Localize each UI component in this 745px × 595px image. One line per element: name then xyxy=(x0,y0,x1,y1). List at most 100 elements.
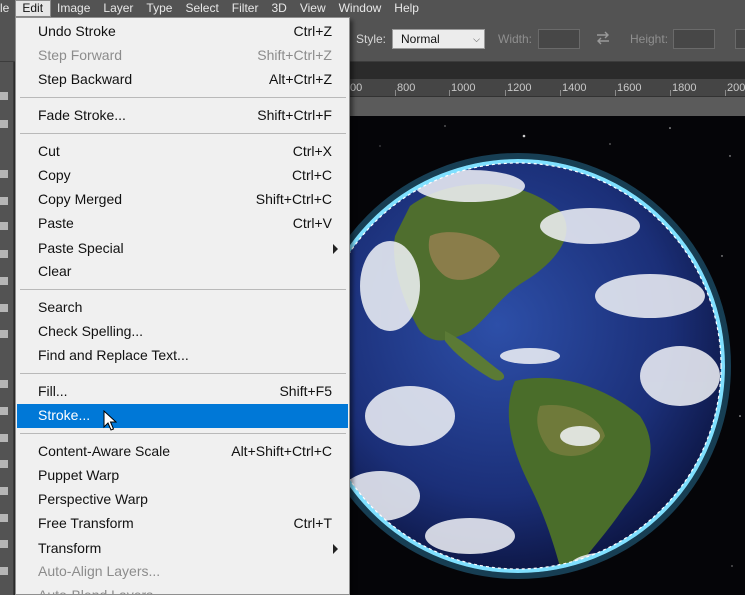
menu-item-auto-blend-layers: Auto-Blend Layers... xyxy=(17,584,348,594)
menu-item-shortcut: Alt+Ctrl+Z xyxy=(268,71,332,87)
menu-image[interactable]: Image xyxy=(51,0,97,17)
menu-file[interactable]: le xyxy=(0,0,15,17)
menu-item-label: Step Backward xyxy=(38,71,133,87)
ruler-tick: 00 xyxy=(350,82,363,94)
style-select[interactable]: Normal ⌵ xyxy=(392,29,485,49)
menu-item-stroke[interactable]: Stroke... xyxy=(17,404,348,428)
document-canvas[interactable] xyxy=(350,116,745,595)
ruler-tick: 1000 xyxy=(451,82,476,94)
type-tool-icon[interactable] xyxy=(0,514,8,522)
menu-item-label: Step Forward xyxy=(38,47,123,63)
history-brush-tool-icon[interactable] xyxy=(0,330,8,338)
ruler-mark xyxy=(395,90,396,96)
pen-tool-icon[interactable] xyxy=(0,487,8,495)
extra-field[interactable] xyxy=(735,29,745,49)
menu-item-label: Puppet Warp xyxy=(38,467,120,483)
menu-type[interactable]: Type xyxy=(140,0,179,17)
menu-select[interactable]: Select xyxy=(179,0,225,17)
quick-select-tool-icon[interactable] xyxy=(0,120,8,128)
ruler-tick: 1800 xyxy=(672,82,697,94)
width-field[interactable] xyxy=(538,29,580,49)
menu-item-check-spelling[interactable]: Check Spelling... xyxy=(17,320,348,344)
eyedropper-tool-icon[interactable] xyxy=(0,222,8,230)
menu-item-shortcut: Shift+Ctrl+Z xyxy=(257,47,332,63)
menu-item-search[interactable]: Search xyxy=(17,296,348,320)
menu-separator xyxy=(20,373,346,374)
height-field[interactable] xyxy=(673,29,715,49)
ruler-tick: 1600 xyxy=(617,82,642,94)
path-select-tool-icon[interactable] xyxy=(0,540,8,548)
menu-item-label: Stroke... xyxy=(38,407,91,423)
menu-item-label: Paste xyxy=(38,215,74,231)
brush-tool-icon[interactable] xyxy=(0,277,8,285)
menu-filter[interactable]: Filter xyxy=(226,0,266,17)
menu-bar: le Edit Image Layer Type Select Filter 3… xyxy=(0,0,745,17)
menu-item-content-aware-scale[interactable]: Content-Aware Scale Alt+Shift+Ctrl+C xyxy=(17,440,348,464)
menu-item-clear[interactable]: Clear xyxy=(17,260,348,284)
menu-item-label: Fill... xyxy=(38,383,68,399)
menu-item-find-replace[interactable]: Find and Replace Text... xyxy=(17,344,348,368)
menu-view[interactable]: View xyxy=(294,0,333,17)
mouse-cursor-icon xyxy=(103,410,117,431)
menu-item-transform[interactable]: Transform xyxy=(17,537,348,561)
ruler-mark xyxy=(725,90,726,96)
submenu-arrow-icon xyxy=(333,244,338,254)
healing-brush-tool-icon[interactable] xyxy=(0,250,8,258)
menu-item-free-transform[interactable]: Free Transform Ctrl+T xyxy=(17,512,348,536)
menu-3d[interactable]: 3D xyxy=(265,0,293,17)
menu-item-paste-special[interactable]: Paste Special xyxy=(17,237,348,261)
menu-window[interactable]: Window xyxy=(333,0,389,17)
lasso-tool-icon[interactable] xyxy=(0,92,8,100)
menu-item-shortcut: Ctrl+Z xyxy=(293,23,333,39)
menu-item-shortcut: Ctrl+T xyxy=(293,515,333,531)
menu-item-step-backward[interactable]: Step Backward Alt+Ctrl+Z xyxy=(17,68,348,92)
menu-item-shortcut: Shift+Ctrl+F xyxy=(257,107,332,123)
crop-tool-icon[interactable] xyxy=(0,170,8,178)
clone-stamp-tool-icon[interactable] xyxy=(0,304,8,312)
menu-item-label: Content-Aware Scale xyxy=(38,443,171,459)
menu-item-puppet-warp[interactable]: Puppet Warp xyxy=(17,464,348,488)
menu-item-label: Auto-Align Layers... xyxy=(38,563,161,579)
menu-separator xyxy=(20,133,346,134)
menu-edit[interactable]: Edit xyxy=(15,0,52,17)
menu-item-label: Perspective Warp xyxy=(38,491,148,507)
menu-item-copy-merged[interactable]: Copy Merged Shift+Ctrl+C xyxy=(17,188,348,212)
menu-item-label: Undo Stroke xyxy=(38,23,116,39)
menu-item-label: Transform xyxy=(38,540,102,556)
menu-item-step-forward: Step Forward Shift+Ctrl+Z xyxy=(17,44,348,68)
menu-item-fade-stroke[interactable]: Fade Stroke... Shift+Ctrl+F xyxy=(17,104,348,128)
chevron-down-icon: ⌵ xyxy=(473,34,480,44)
submenu-arrow-icon xyxy=(333,544,338,554)
edit-menu-dropdown: Undo Stroke Ctrl+Z Step Forward Shift+Ct… xyxy=(15,17,350,595)
earth-image xyxy=(350,125,741,579)
menu-item-label: Check Spelling... xyxy=(38,323,144,339)
menu-item-cut[interactable]: Cut Ctrl+X xyxy=(17,140,348,164)
menu-item-paste[interactable]: Paste Ctrl+V xyxy=(17,212,348,236)
menu-item-fill[interactable]: Fill... Shift+F5 xyxy=(17,380,348,404)
swap-icon[interactable] xyxy=(595,30,611,46)
gradient-tool-icon[interactable] xyxy=(0,407,8,415)
eraser-tool-icon[interactable] xyxy=(0,380,8,388)
menu-layer[interactable]: Layer xyxy=(97,0,140,17)
menu-help[interactable]: Help xyxy=(388,0,426,17)
dodge-tool-icon[interactable] xyxy=(0,460,8,468)
menu-item-label: Paste Special xyxy=(38,240,124,256)
menu-item-copy[interactable]: Copy Ctrl+C xyxy=(17,164,348,188)
menu-item-label: Search xyxy=(38,299,83,315)
menu-item-shortcut: Ctrl+C xyxy=(291,167,332,183)
menu-item-auto-align-layers: Auto-Align Layers... xyxy=(17,560,348,584)
ruler-mark xyxy=(505,90,506,96)
ruler-tick: 200 xyxy=(727,82,745,94)
hand-tool-icon[interactable] xyxy=(0,567,8,575)
menu-item-shortcut: Ctrl+V xyxy=(292,215,332,231)
blur-tool-icon[interactable] xyxy=(0,434,8,442)
ruler-tick: 800 xyxy=(397,82,416,94)
menu-item-label: Copy Merged xyxy=(38,191,123,207)
menu-separator xyxy=(20,433,346,434)
menu-item-undo-stroke[interactable]: Undo Stroke Ctrl+Z xyxy=(17,20,348,44)
width-label: Width: xyxy=(498,32,533,46)
frame-tool-icon[interactable] xyxy=(0,197,8,205)
ruler-mark xyxy=(449,90,450,96)
menu-item-perspective-warp[interactable]: Perspective Warp xyxy=(17,488,348,512)
menu-separator xyxy=(20,97,346,98)
